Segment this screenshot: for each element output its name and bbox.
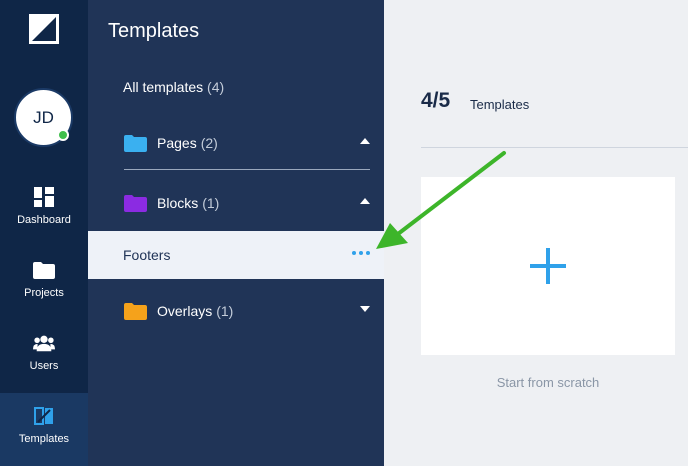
nav-templates-label: Templates: [18, 433, 70, 445]
all-templates-label: All templates: [123, 79, 204, 95]
folder-overlays-label: Overlays: [157, 303, 213, 319]
folder-icon: [33, 259, 55, 281]
users-icon: [33, 332, 55, 354]
more-options-icon[interactable]: [352, 251, 370, 255]
nav-templates[interactable]: Templates: [0, 393, 88, 466]
divider: [124, 169, 370, 170]
folder-overlays-count: (1): [216, 303, 234, 319]
app-logo[interactable]: [29, 14, 59, 44]
folder-overlays[interactable]: Overlays (1): [124, 300, 370, 322]
templates-panel: Templates All templates (4) Pages (2) Bl…: [88, 0, 384, 466]
template-count: 4/5: [421, 89, 451, 112]
nav-dashboard-label: Dashboard: [17, 214, 71, 226]
folder-blue-icon: [124, 134, 147, 152]
folder-blocks[interactable]: Blocks (1): [124, 192, 370, 214]
panel-title: Templates: [108, 20, 200, 42]
collapse-caret-icon[interactable]: [360, 198, 370, 204]
online-status-dot: [57, 129, 69, 141]
folder-purple-icon: [124, 194, 147, 212]
template-count-label: Templates: [470, 97, 530, 112]
plus-icon: [530, 248, 566, 284]
subfolder-footers[interactable]: Footers: [88, 231, 384, 279]
subfolder-footers-label: Footers: [123, 247, 171, 263]
all-templates-count: (4): [207, 79, 225, 95]
templates-icon: [33, 405, 55, 427]
nav-users-label: Users: [29, 360, 59, 372]
folder-pages[interactable]: Pages (2): [124, 132, 370, 154]
nav-users[interactable]: Users: [0, 320, 88, 393]
folder-pages-count: (2): [200, 135, 218, 151]
nav-dashboard[interactable]: Dashboard: [0, 174, 88, 247]
start-from-scratch-label: Start from scratch: [496, 375, 600, 390]
nav-projects-label: Projects: [24, 287, 64, 299]
expand-caret-icon[interactable]: [360, 306, 370, 312]
all-templates-link[interactable]: All templates (4): [123, 79, 224, 95]
nav-projects[interactable]: Projects: [0, 247, 88, 320]
folder-blocks-count: (1): [202, 195, 220, 211]
folder-pages-label: Pages: [157, 135, 197, 151]
avatar-initials: JD: [33, 107, 54, 127]
nav-rail: JD Dashboard Projects Users Templates: [0, 0, 88, 466]
annotation-arrow-icon: [376, 151, 506, 249]
folder-orange-icon: [124, 302, 147, 320]
folder-blocks-label: Blocks: [157, 195, 199, 211]
collapse-caret-icon[interactable]: [360, 138, 370, 144]
dashboard-icon: [33, 186, 55, 208]
